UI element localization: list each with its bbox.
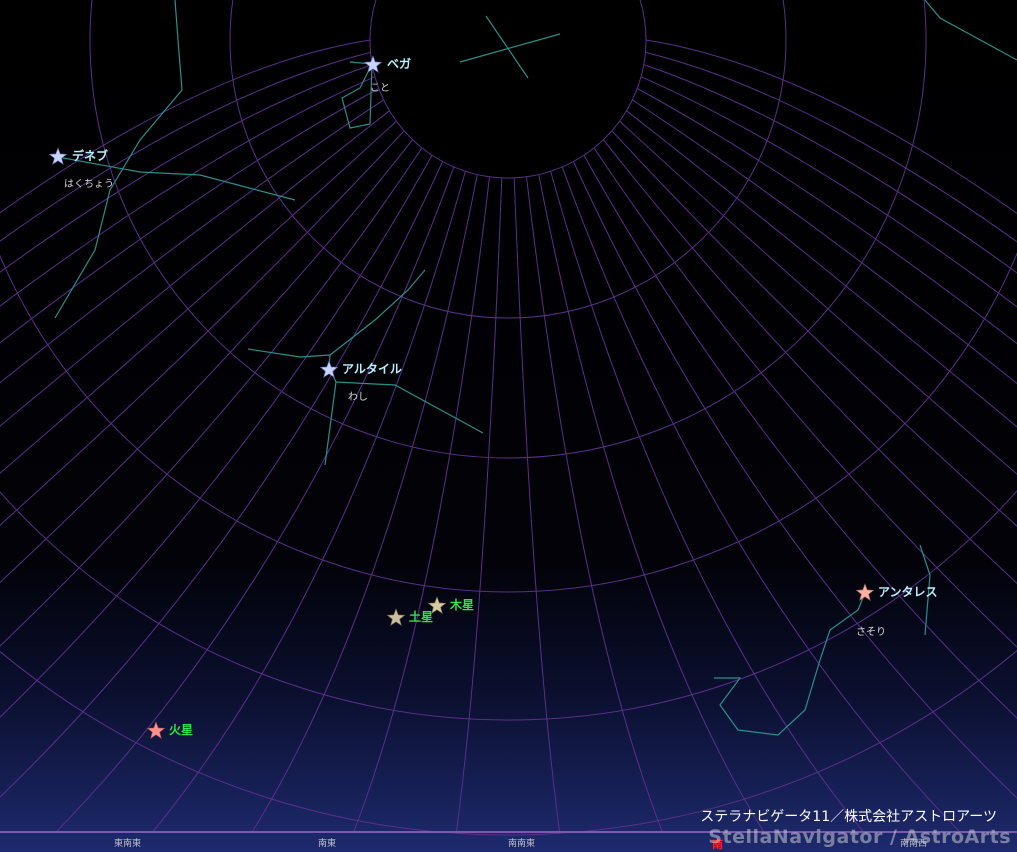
constellation-aquila-name: わし — [348, 391, 368, 403]
credit-japanese: ステラナビゲータ11／株式会社アストロアーツ — [700, 809, 997, 825]
star-altair-name: アルタイル — [342, 362, 402, 376]
direction-se: 南東 — [318, 837, 336, 849]
direction-sse: 南南東 — [508, 837, 535, 849]
star-antares-name: アンタレス — [878, 585, 938, 599]
credit-watermark: StellaNavigator / AstroArts — [708, 826, 1011, 848]
constellation-cygnus-name: はくちょう — [64, 178, 114, 190]
planet-jupiter-name: 木星 — [449, 597, 474, 612]
direction-ese: 東南東 — [114, 837, 141, 849]
star-vega-name: ベガ — [387, 56, 411, 71]
constellation-scorpius-name: さそり — [856, 626, 886, 638]
sky-map: ベガ こと デネブ はくちょう アルタイル わし アンタレス さそり 木星 土星 — [0, 0, 1017, 852]
planet-mars-name: 火星 — [169, 723, 193, 737]
constellation-lyra-name: こと — [370, 82, 390, 94]
star-deneb-name: デネブ — [72, 148, 108, 163]
planet-saturn-name: 土星 — [409, 609, 433, 624]
